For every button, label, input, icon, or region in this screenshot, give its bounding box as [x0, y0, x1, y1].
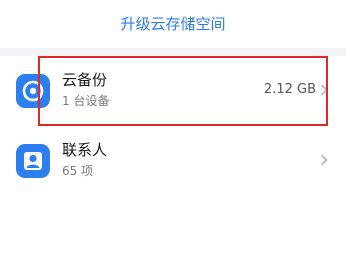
section-divider: [0, 48, 346, 56]
contacts-icon: [16, 144, 50, 178]
list-item-contacts[interactable]: 联系人 65 项: [0, 126, 346, 196]
storage-size-value: 2.12 GB: [263, 82, 316, 97]
upgrade-bar: 升级云存储空间: [0, 0, 346, 48]
list-item-subtitle: 1 台设备: [62, 94, 110, 108]
chevron-right-icon: [320, 84, 328, 96]
chevron-right-icon: [320, 154, 328, 166]
list-item-title: 联系人: [62, 141, 108, 159]
list-item-cloud-backup[interactable]: 云备份 1 台设备 2.12 GB: [0, 56, 346, 126]
list-item-title: 云备份: [62, 71, 108, 89]
upgrade-storage-link[interactable]: 升级云存储空间: [0, 14, 346, 34]
list-item-subtitle: 65 项: [62, 164, 94, 178]
cloud-backup-icon: [16, 74, 50, 108]
